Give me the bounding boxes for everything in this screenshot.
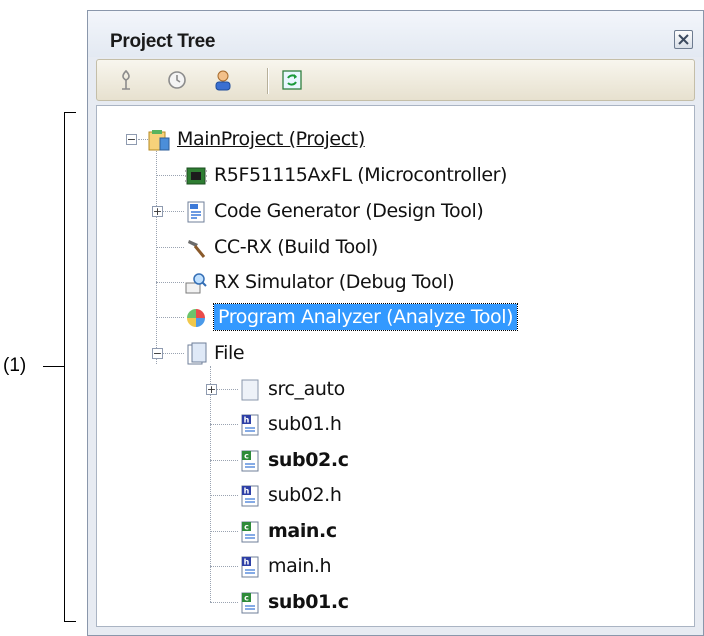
panel-titlebar: Project Tree bbox=[88, 11, 703, 57]
refresh-icon bbox=[282, 70, 302, 90]
svg-text:h: h bbox=[244, 558, 250, 567]
folder-icon bbox=[241, 379, 259, 401]
tree-connector bbox=[162, 211, 184, 212]
properties-icon bbox=[168, 71, 186, 89]
callout-bracket bbox=[64, 112, 76, 622]
refresh-button[interactable] bbox=[279, 67, 305, 93]
tree-node-label: Program Analyzer (Analyze Tool) bbox=[212, 303, 519, 331]
tree-connector bbox=[156, 175, 184, 176]
tree-node-label: src_auto bbox=[268, 378, 345, 400]
collapse-toggle[interactable]: − bbox=[126, 134, 137, 145]
tree-connector bbox=[156, 282, 184, 283]
expand-toggle[interactable]: + bbox=[152, 206, 163, 217]
user-button[interactable] bbox=[210, 67, 236, 93]
panel-title: Project Tree bbox=[110, 31, 216, 52]
collapse-toggle[interactable]: − bbox=[152, 348, 163, 359]
callout-tick bbox=[43, 366, 64, 367]
tree-connector bbox=[210, 566, 238, 567]
expand-toggle[interactable]: + bbox=[206, 384, 217, 395]
project-tree-panel: Project Tree − MainProject (Project) R5F… bbox=[87, 10, 704, 636]
analyzer-icon bbox=[187, 309, 205, 327]
add-file-button[interactable] bbox=[113, 67, 139, 93]
svg-text:h: h bbox=[244, 416, 250, 425]
tree-node-label: RX Simulator (Debug Tool) bbox=[214, 271, 455, 293]
toolbar bbox=[96, 59, 695, 101]
close-button[interactable] bbox=[674, 30, 693, 49]
microcontroller-icon bbox=[185, 167, 207, 185]
c-file-icon: c bbox=[241, 521, 259, 543]
svg-text:c: c bbox=[244, 523, 249, 532]
add-file-icon bbox=[122, 69, 130, 90]
code-generator-icon bbox=[187, 201, 205, 223]
tree-node-label: sub02.c bbox=[268, 449, 349, 471]
c-file-icon: c bbox=[241, 450, 259, 472]
tree-connector bbox=[216, 389, 238, 390]
c-file-icon: c bbox=[241, 592, 259, 614]
tree-connector bbox=[210, 424, 238, 425]
header-file-icon: h bbox=[241, 556, 259, 578]
svg-text:h: h bbox=[244, 487, 250, 496]
tree-view[interactable]: − MainProject (Project) R5F51115AxFL (Mi… bbox=[96, 105, 695, 627]
close-icon bbox=[678, 34, 689, 45]
tree-node-label: sub01.h bbox=[268, 413, 342, 435]
svg-text:c: c bbox=[244, 452, 249, 461]
toolbar-separator bbox=[267, 68, 268, 94]
tree-connector bbox=[210, 460, 238, 461]
tree-node-label: Code Generator (Design Tool) bbox=[214, 200, 484, 222]
tree-node-label: File bbox=[214, 342, 245, 364]
tree-node-label: CC-RX (Build Tool) bbox=[214, 236, 378, 258]
folder-icon bbox=[187, 342, 207, 365]
tree-node-label: MainProject (Project) bbox=[177, 128, 365, 150]
tree-node-label: sub01.c bbox=[268, 591, 349, 613]
tree-node-label: main.h bbox=[268, 555, 332, 577]
svg-text:c: c bbox=[244, 594, 249, 603]
project-icon bbox=[148, 130, 170, 151]
user-icon bbox=[215, 70, 231, 91]
tree-connector bbox=[210, 602, 238, 603]
tree-node-label: R5F51115AxFL (Microcontroller) bbox=[214, 164, 508, 186]
tree-connector bbox=[156, 148, 157, 364]
tree-node-label: main.c bbox=[268, 520, 337, 542]
simulator-icon bbox=[185, 273, 207, 294]
header-file-icon: h bbox=[241, 485, 259, 507]
tree-connector bbox=[210, 531, 238, 532]
tree-connector bbox=[162, 353, 184, 354]
tree-connector bbox=[156, 247, 184, 248]
properties-button[interactable] bbox=[164, 67, 190, 93]
header-file-icon: h bbox=[241, 414, 259, 436]
tree-connector bbox=[210, 495, 238, 496]
hammer-icon bbox=[188, 240, 206, 258]
callout-label: (1) bbox=[3, 355, 27, 376]
tree-connector bbox=[156, 317, 184, 318]
tree-node-label: sub02.h bbox=[268, 484, 342, 506]
